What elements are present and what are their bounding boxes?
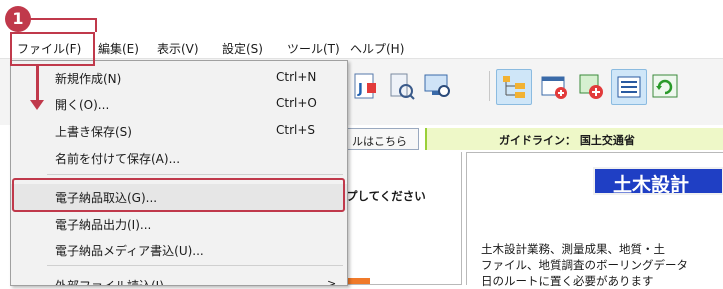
menu-item-save[interactable]: 上書き保存(S) Ctrl+S [11,118,347,144]
drop-instruction: プしてください [346,189,426,203]
drop-pane[interactable]: プしてください [345,152,462,285]
menu-item-media-write[interactable]: 電子納品メディア書込(U)... [11,237,347,263]
guideline-bar: ガイドライン： 国土交通省 [425,128,723,150]
link-strip: ルはこちら ガイドライン： 国土交通省 [345,128,723,152]
menu-item-shortcut: Ctrl+O [276,96,317,110]
step-badge: 1 [5,6,31,32]
title-banner: 土木設計 [593,167,723,196]
menu-item-open[interactable]: 開く(O)... Ctrl+O [11,91,347,117]
banner-text: 土木設計 [613,174,690,196]
guideline-text: ガイドライン： 国土交通省 [499,134,635,147]
info-line-2: ファイル、地質調査のボーリングデータ [481,258,688,272]
down-arrow-line [36,64,39,102]
refresh-button[interactable] [648,69,682,103]
menu-help[interactable]: ヘルプ(H) [350,40,404,57]
menu-item-new[interactable]: 新規作成(N) Ctrl+N [11,65,347,91]
badge-connector-line-down [95,18,97,32]
menu-item-label: 名前を付けて保存(A)... [55,152,181,166]
menu-item-label: 電子納品メディア書込(U)... [55,244,204,258]
menu-item-export[interactable]: 電子納品出力(I)... [11,211,347,237]
link-button-label: ルはこちら [352,135,407,148]
file-edit-icon: J [354,73,376,99]
import-item-highlight [12,178,345,212]
step-badge-number: 1 [12,9,24,28]
add-window-button[interactable] [537,69,571,103]
menu-item-shortcut: Ctrl+N [276,70,317,84]
menu-item-label: 上書き保存(S) [55,125,132,139]
menu-item-label: 電子納品出力(I)... [55,218,152,232]
menu-settings[interactable]: 設定(S) [222,40,263,57]
file-menu-dropdown: 新規作成(N) Ctrl+N 開く(O)... Ctrl+O 上書き保存(S) … [10,60,348,286]
toolbar-separator [489,71,490,101]
menu-item-label: 開く(O)... [55,98,110,112]
menu-tools[interactable]: ツール(T) [287,40,340,57]
refresh-icon [652,74,678,98]
badge-connector-line [29,18,96,20]
menu-item-save-as[interactable]: 名前を付けて保存(A)... [11,145,347,171]
submenu-arrow-icon: > [327,277,337,286]
monitor-search-icon [424,74,450,97]
menu-item-shortcut: Ctrl+S [276,123,316,137]
down-arrow-icon [30,100,44,110]
add-item-button[interactable] [574,69,608,103]
menu-bar: ファイル(F) 編集(E) 表示(V) 設定(S) ツール(T) ヘルプ(H) [0,36,723,59]
menu-separator [47,265,343,266]
open-file-button[interactable]: J [347,69,381,103]
info-line-3: 日のルートに置く必要があります [481,274,654,288]
search-doc-button[interactable] [384,69,418,103]
link-button[interactable]: ルはこちら [345,128,419,150]
menu-view[interactable]: 表示(V) [157,40,199,57]
menu-item-label: 新規作成(N) [55,72,122,86]
tree-view-button[interactable] [496,69,532,105]
menu-separator [47,174,343,175]
menu-edit[interactable]: 編集(E) [98,40,139,57]
monitor-search-button[interactable] [420,69,454,103]
image-add-icon [579,74,603,99]
window-add-icon [541,76,567,99]
search-document-icon [390,73,415,100]
svg-text:J: J [357,82,363,97]
list-icon [617,76,641,98]
list-view-button[interactable] [611,69,647,105]
tree-structure-icon [503,76,525,98]
info-line-1: 土木設計業務、測量成果、地質・土 [481,242,665,256]
info-pane: 土木設計 土木設計業務、測量成果、地質・土 ファイル、地質調査のボーリングデータ… [466,152,723,288]
menu-item-label: 外部ファイル読込(I) [55,279,164,286]
file-menu-highlight [10,32,95,66]
